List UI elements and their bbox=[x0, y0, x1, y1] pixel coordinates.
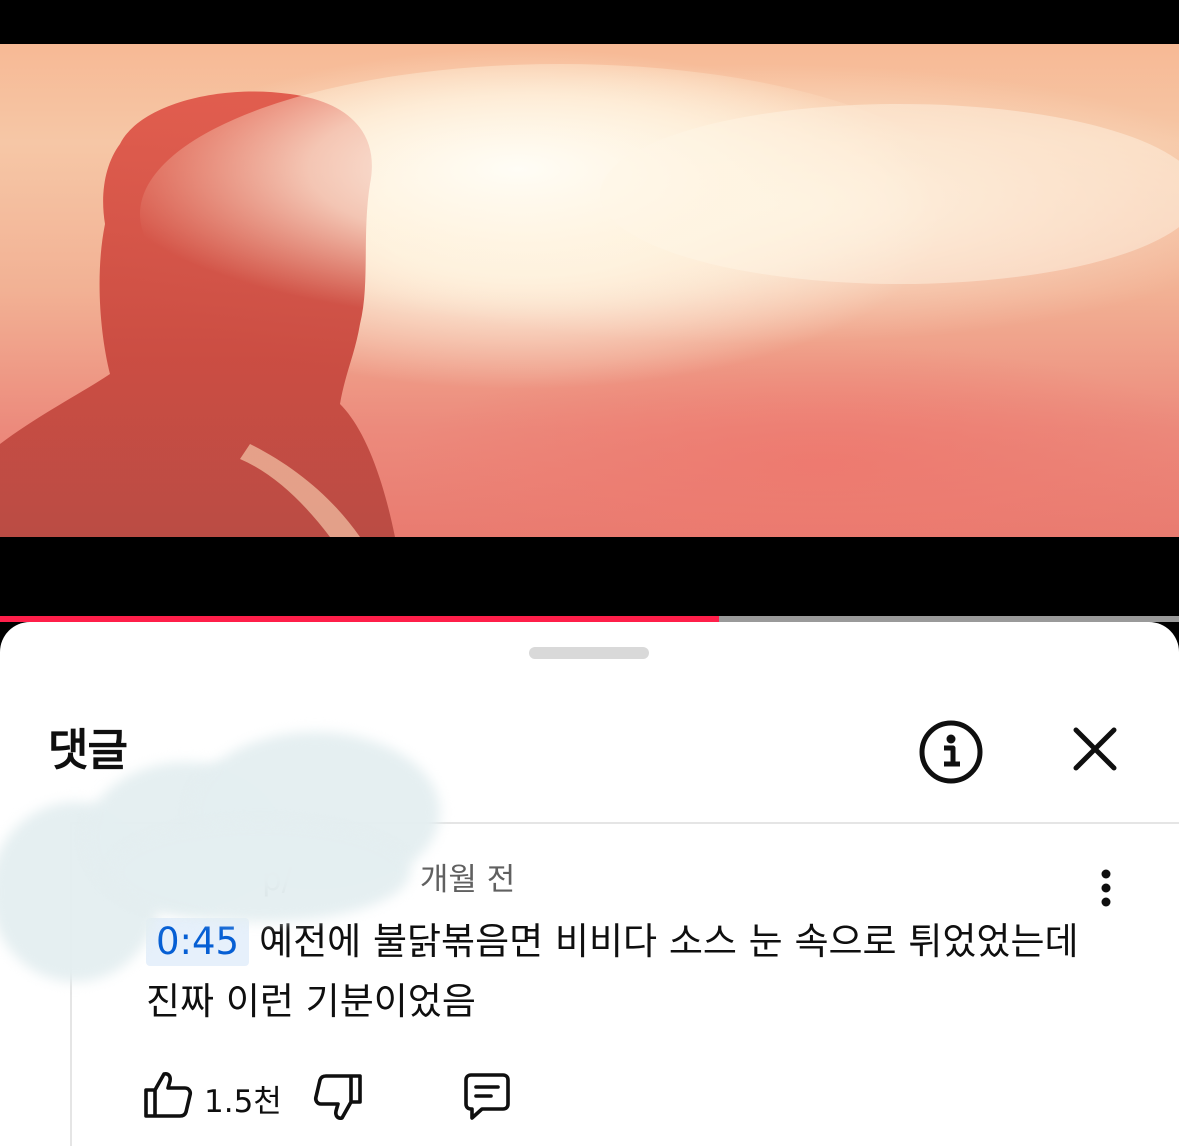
comment-timestamp-link[interactable]: 0:45 bbox=[146, 918, 250, 966]
comments-title: 댓글 bbox=[48, 725, 128, 776]
close-icon bbox=[1073, 727, 1117, 771]
video-letterbox-bottom bbox=[0, 537, 1179, 619]
reply-button[interactable] bbox=[460, 1070, 514, 1124]
thumbs-up-icon bbox=[144, 1072, 193, 1118]
reply-comment-icon bbox=[464, 1073, 510, 1120]
dislike-button[interactable] bbox=[312, 1072, 364, 1124]
like-button[interactable] bbox=[142, 1068, 194, 1120]
close-button[interactable] bbox=[1066, 720, 1124, 778]
video-frame-image bbox=[0, 64, 1179, 537]
privacy-blur bbox=[110, 822, 410, 922]
comment-body-text: 예전에 불닭볶음면 비비다 소스 눈 속으로 튀었었는데 진짜 이런 기분이었음 bbox=[146, 920, 1079, 1023]
sheet-drag-handle[interactable] bbox=[529, 647, 649, 659]
comments-sheet: 댓글 p/ 개월 전 bbox=[0, 622, 1179, 1146]
comment-body: 0:45 예전에 불닭볶음면 비비다 소스 눈 속으로 튀었었는데 진짜 이런 기… bbox=[146, 912, 1096, 1032]
comment-more-button[interactable] bbox=[1088, 868, 1124, 908]
screen: 댓글 p/ 개월 전 bbox=[0, 0, 1179, 1146]
like-count: 1.5천 bbox=[204, 1084, 282, 1120]
status-bar-area bbox=[0, 0, 1179, 44]
more-vert-icon bbox=[1101, 869, 1111, 907]
thumbs-down-icon bbox=[313, 1074, 362, 1120]
comment-time-ago: 개월 전 bbox=[419, 862, 516, 898]
info-icon bbox=[919, 720, 983, 784]
info-button[interactable] bbox=[916, 717, 986, 787]
video-player[interactable] bbox=[0, 44, 1179, 537]
